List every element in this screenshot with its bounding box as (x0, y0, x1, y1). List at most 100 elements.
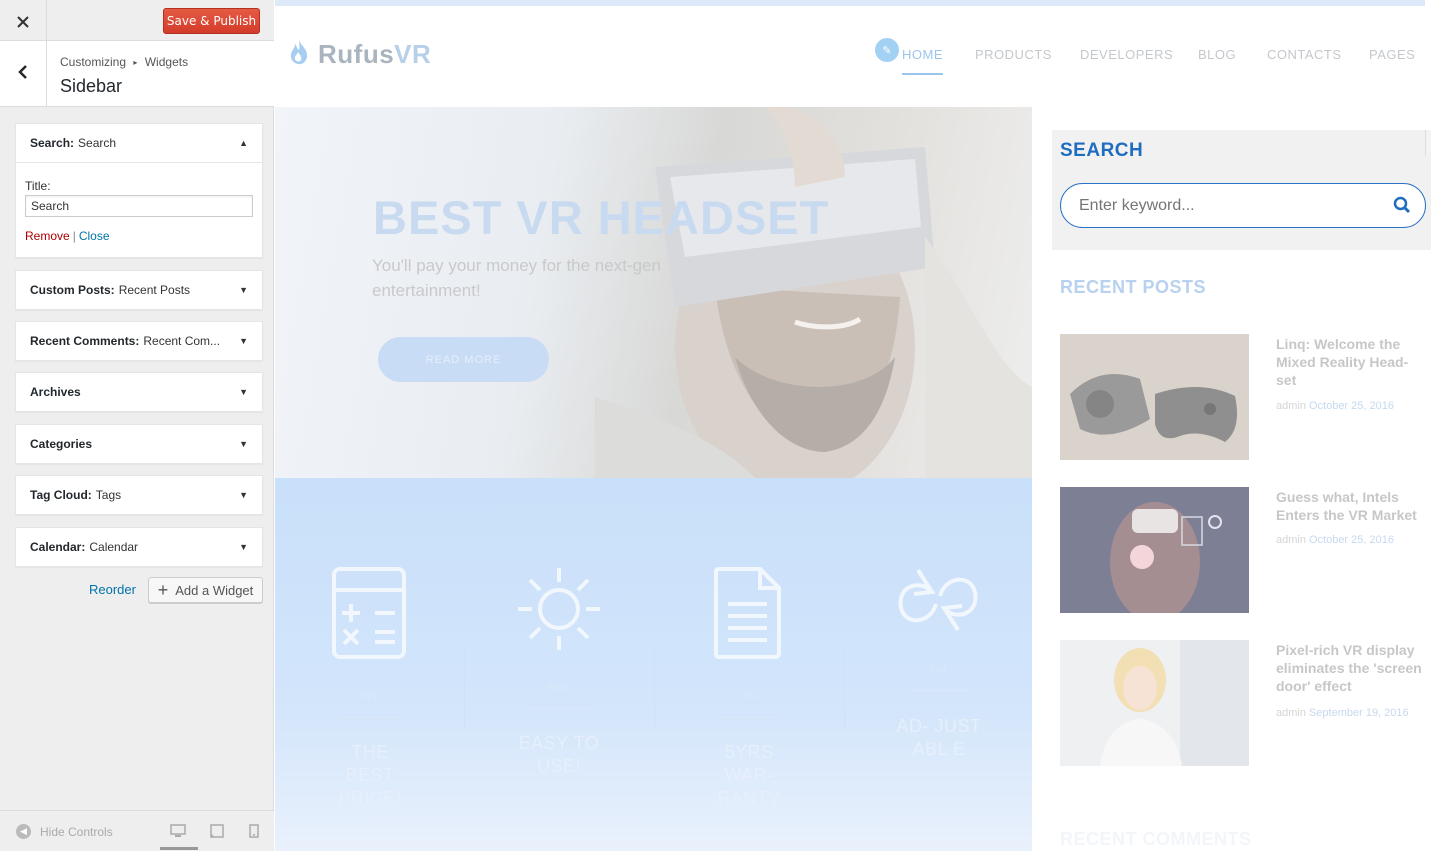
hero-slider: BEST VR HEADSET You'll pay your money fo… (275, 107, 1032, 478)
widget-header[interactable]: Recent Comments: Recent Com... ▼ (16, 322, 262, 360)
post-thumbnail[interactable] (1060, 640, 1249, 766)
caret-down-icon: ▼ (239, 285, 248, 295)
widget-name: Categories (30, 437, 93, 451)
add-widget-button[interactable]: + Add a Widget (148, 577, 263, 603)
tablet-preview-icon[interactable] (210, 823, 224, 842)
site-logo[interactable]: RufusVR (288, 38, 431, 70)
widget-categories[interactable]: Categories ▼ (15, 424, 263, 464)
feature-label: AD- JUSTABL E (896, 716, 982, 759)
collapse-icon: ◀ (16, 824, 31, 839)
caret-up-icon: ▲ (239, 138, 248, 148)
post-date[interactable]: October 25, 2016 (1309, 534, 1394, 546)
reorder-link[interactable]: Reorder (89, 582, 136, 597)
nav-item-contacts[interactable]: CONTACTS (1267, 47, 1342, 62)
widget-calendar[interactable]: Calendar: Calendar ▼ (15, 527, 263, 567)
widget-name: Recent Comments: (30, 334, 140, 348)
mobile-preview-icon[interactable] (249, 823, 259, 842)
widget-name: Search: (30, 136, 75, 150)
read-more-button[interactable]: READ MORE (378, 337, 549, 382)
remove-link[interactable]: Remove (25, 229, 70, 243)
feature-number: 001 (360, 691, 380, 701)
active-device-indicator (160, 847, 198, 850)
caret-down-icon: ▼ (239, 387, 248, 397)
post-author[interactable]: admin (1276, 707, 1306, 719)
post-title[interactable]: Linq: Welcome the Mixed Reality Head-set (1276, 335, 1426, 389)
hide-controls-button[interactable]: ◀ Hide Controls (16, 824, 113, 839)
nav-item-developers[interactable]: DEVELOPERS (1080, 47, 1173, 62)
title-label: Title: (25, 179, 51, 193)
post-date[interactable]: October 25, 2016 (1309, 400, 1394, 412)
widget-header[interactable]: Categories ▼ (16, 425, 262, 463)
desktop-preview-icon[interactable] (170, 823, 186, 842)
caret-down-icon: ▼ (239, 336, 248, 346)
widget-title: Calendar (89, 540, 139, 554)
nav-item-blog[interactable]: BLOG (1198, 47, 1236, 62)
widget-name: Calendar: (30, 540, 86, 554)
feature-label: 5YRS WAR- RANTY (717, 742, 781, 808)
nav-item-home[interactable]: HOME (902, 47, 943, 62)
section-title: Sidebar (60, 76, 123, 96)
add-widget-label: Add a Widget (175, 582, 254, 598)
back-button[interactable] (0, 41, 47, 106)
post-meta: admin September 19, 2016 (1276, 707, 1409, 719)
post-thumbnail[interactable] (1060, 487, 1249, 613)
breadcrumb-separator: ▸ (133, 58, 138, 68)
feature-label: EASY TO USE! (518, 733, 600, 776)
widget-search-body: Title: Remove|Close (16, 162, 262, 258)
recent-post-item[interactable]: Guess what, Intels Enters the VR Market … (1060, 487, 1430, 613)
title-field[interactable] (25, 195, 253, 217)
widget-title: Tags (95, 488, 122, 502)
recent-post-item[interactable]: Pixel-rich VR display eliminates the 'sc… (1060, 640, 1430, 766)
widget-custom-posts[interactable]: Custom Posts: Recent Posts ▼ (15, 270, 263, 310)
widget-archives[interactable]: Archives ▼ (15, 372, 263, 412)
calculator-icon (332, 567, 406, 659)
widget-header[interactable]: Archives ▼ (16, 373, 262, 411)
chevron-left-icon (18, 64, 28, 83)
close-icon (17, 9, 29, 33)
save-publish-button[interactable]: Save & Publish (163, 8, 260, 34)
hide-controls-label: Hide Controls (40, 824, 113, 839)
customizer-panel: Save & Publish Customizing ▸ Widgets Sid… (0, 0, 274, 851)
post-author[interactable]: admin (1276, 400, 1306, 412)
nav-item-pages[interactable]: PAGES (1369, 47, 1415, 62)
widget-search: Search: Search ▲ Title: Remove|Close (15, 123, 263, 258)
sidebar-search-widget: SEARCH (1052, 130, 1431, 250)
logo-prefix: Rufus (318, 38, 395, 69)
hero-subtitle: You'll pay your money for the next-gen e… (372, 256, 661, 300)
caret-down-icon: ▼ (239, 542, 248, 552)
widget-search-header[interactable]: Search: Search ▲ (16, 124, 262, 162)
feature-number: 003 (739, 691, 759, 701)
link-separator: | (72, 229, 76, 243)
site-preview: RufusVR ✎ HOME PRODUCTS DEVELOPERS BLOG … (275, 0, 1431, 851)
customizer-header: Save & Publish (0, 0, 274, 41)
nav-item-products[interactable]: PRODUCTS (975, 47, 1052, 62)
edit-shortcut-icon[interactable]: ✎ (875, 38, 899, 62)
close-link[interactable]: Close (79, 229, 110, 243)
feature-number: 002 (549, 682, 569, 692)
feature-line (528, 708, 590, 709)
close-customizer-button[interactable] (0, 0, 47, 41)
feature-line (339, 717, 401, 718)
breadcrumb-parent: Widgets (144, 55, 189, 69)
recent-posts-title: RECENT POSTS (1060, 277, 1207, 297)
post-title[interactable]: Pixel-rich VR display eliminates the 'sc… (1276, 641, 1426, 695)
widget-header[interactable]: Calendar: Calendar ▼ (16, 528, 262, 566)
search-input[interactable] (1079, 197, 1369, 215)
preview-scrollbar[interactable] (1425, 130, 1431, 156)
sun-icon (518, 568, 600, 650)
post-title[interactable]: Guess what, Intels Enters the VR Market (1276, 488, 1426, 524)
widget-recent-comments[interactable]: Recent Comments: Recent Com... ▼ (15, 321, 263, 361)
recent-post-item[interactable]: Linq: Welcome the Mixed Reality Head-set… (1060, 334, 1430, 460)
search-icon[interactable] (1393, 196, 1411, 218)
feature-number: 004 (929, 664, 949, 674)
post-author[interactable]: admin (1276, 534, 1306, 546)
post-date[interactable]: September 19, 2016 (1309, 707, 1409, 719)
post-meta: admin October 25, 2016 (1276, 400, 1394, 412)
post-thumbnail[interactable] (1060, 334, 1249, 460)
widget-header[interactable]: Tag Cloud: Tags ▼ (16, 476, 262, 514)
refresh-icon (898, 568, 978, 632)
widget-tag-cloud[interactable]: Tag Cloud: Tags ▼ (15, 475, 263, 515)
widget-header[interactable]: Custom Posts: Recent Posts ▼ (16, 271, 262, 309)
post-meta: admin October 25, 2016 (1276, 534, 1394, 546)
feature-line (908, 690, 970, 691)
